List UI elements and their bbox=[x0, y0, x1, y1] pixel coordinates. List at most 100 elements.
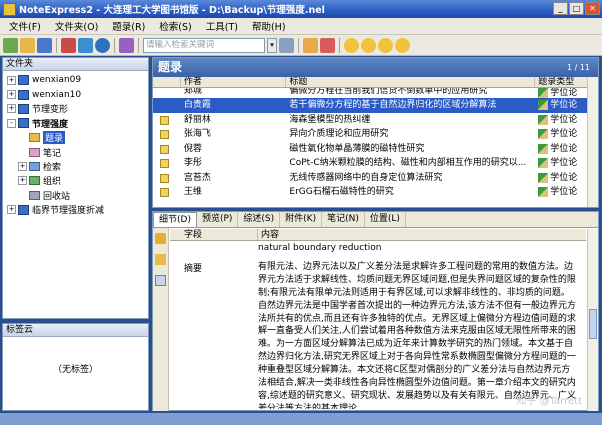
expand-icon[interactable]: + bbox=[7, 104, 16, 114]
edit-icon bbox=[538, 143, 549, 154]
tab-summary[interactable]: 综述(S) bbox=[238, 212, 281, 227]
menu-record[interactable]: 题录(R) bbox=[105, 19, 152, 33]
expand-icon[interactable]: + bbox=[7, 90, 16, 100]
menu-tools[interactable]: 工具(T) bbox=[199, 19, 245, 33]
import-icon[interactable] bbox=[78, 37, 93, 53]
expand-icon[interactable]: + bbox=[18, 176, 27, 186]
tab-details[interactable]: 细节(D) bbox=[153, 212, 197, 227]
tree-item-critical-joint-strength[interactable]: + 临界节理强度折减 bbox=[3, 203, 148, 217]
toolbar: 请输入检索关键词 ▾ bbox=[0, 35, 602, 56]
detail-row: 摘要 有限元法、边界元法以及广义差分法是求解许多工程问题的常用的数值方法。边界元… bbox=[170, 261, 586, 409]
column-field: 字段 bbox=[170, 229, 258, 240]
search-folder-icon bbox=[29, 162, 40, 172]
search-options-icon[interactable] bbox=[279, 37, 294, 53]
tree-item-search[interactable]: + 检索 bbox=[3, 159, 148, 173]
menu-file[interactable]: 文件(F) bbox=[2, 19, 48, 33]
column-content: 内容 bbox=[261, 230, 280, 240]
book-icon bbox=[18, 103, 29, 114]
record-list-panel: 题录 1 / 11 作者 标题 题录类型 郑城 偏微分方程在当前我们信贷不倒数单… bbox=[152, 57, 599, 208]
abstract-value[interactable]: 有限元法、边界元法以及广义差分法是求解许多工程问题的常用的数值方法。边界元方法适… bbox=[258, 261, 576, 409]
save-icon[interactable] bbox=[37, 37, 52, 53]
edit-icon bbox=[538, 172, 549, 183]
online-search-icon[interactable] bbox=[95, 37, 110, 53]
minimize-button[interactable]: _ bbox=[553, 2, 568, 15]
tag-cloud-empty: （无标签） bbox=[52, 365, 98, 375]
tag-tool-icon[interactable] bbox=[320, 37, 335, 53]
title-bar: NoteExpress2 - 大连理工大学图书馆版 - D:\Backup\节理… bbox=[0, 0, 602, 18]
export-icon[interactable] bbox=[119, 37, 134, 53]
tab-location[interactable]: 位置(L) bbox=[365, 212, 406, 227]
search-dropdown[interactable]: ▾ bbox=[267, 37, 277, 53]
expand-icon[interactable]: + bbox=[7, 205, 16, 215]
help-icon[interactable] bbox=[395, 37, 410, 53]
menu-folder[interactable]: 文件夹(O) bbox=[48, 19, 105, 33]
edit-icon bbox=[538, 187, 549, 198]
tree-item-organize[interactable]: + 组织 bbox=[3, 174, 148, 188]
lock-icon[interactable] bbox=[155, 233, 166, 244]
table-row[interactable]: 倪蓉 磁性氧化物单晶薄膜的磁特性研究 学位论 bbox=[153, 142, 598, 157]
detail-tabs: 细节(D) 预览(P) 综述(S) 附件(K) 笔记(N) 位置(L) bbox=[153, 212, 598, 228]
menu-search[interactable]: 检索(S) bbox=[152, 19, 198, 33]
status-bar bbox=[0, 413, 602, 425]
tree-item-wenxian10[interactable]: + wenxian10 bbox=[3, 87, 148, 101]
detail-scrollbar[interactable] bbox=[587, 229, 598, 411]
maximize-button[interactable]: □ bbox=[569, 2, 584, 15]
tree-item-joint-deformation[interactable]: + 节理变形 bbox=[3, 102, 148, 116]
expand-icon[interactable]: + bbox=[7, 75, 16, 85]
search-input[interactable]: 请输入检索关键词 bbox=[143, 37, 265, 53]
unread-icon bbox=[160, 159, 169, 168]
close-button[interactable]: ✕ bbox=[585, 2, 600, 15]
table-row[interactable]: 李彤 CoPt-C纳米颗粒膜的结构、磁性和内部相互作用的研究以... 学位论 bbox=[153, 156, 598, 171]
tree-item-joint-strength[interactable]: - 节理强度 bbox=[3, 116, 148, 130]
table-row[interactable]: 王维 ErGG石榴石磁特性的研究 学位论 bbox=[153, 185, 598, 200]
tab-preview[interactable]: 预览(P) bbox=[197, 212, 239, 227]
table-row[interactable]: 白贵霞 若干偏微分方程的基于自然边界归化的区域分解算法 学位论 bbox=[153, 98, 598, 113]
unread-icon bbox=[160, 130, 169, 139]
record-grid-header: 作者 标题 题录类型 bbox=[153, 77, 598, 88]
detail-panel: 细节(D) 预览(P) 综述(S) 附件(K) 笔记(N) 位置(L) 字段 内… bbox=[152, 211, 599, 411]
open-database-icon[interactable] bbox=[20, 37, 35, 53]
table-row[interactable]: 舒丽林 海森堡模型的热纠缠 学位论 bbox=[153, 113, 598, 128]
menu-help[interactable]: 帮助(H) bbox=[245, 19, 293, 33]
organize-folder-icon bbox=[29, 176, 40, 186]
tree-item-notes[interactable]: 笔记 bbox=[3, 145, 148, 159]
folder-tree: + wenxian09 + wenxian10 + 节理变形 - 节理强度 题录… bbox=[3, 71, 148, 217]
pager: 1 / 11 bbox=[566, 63, 590, 72]
folder-panel-title: 文件夹 bbox=[3, 58, 148, 71]
keywords-value[interactable]: natural boundary reduction bbox=[258, 242, 576, 255]
table-row[interactable]: 郑城 偏微分方程在当前我们信贷不倒数单中的应用研究 学位论 bbox=[153, 88, 598, 98]
column-author[interactable]: 作者 bbox=[181, 77, 287, 87]
column-title[interactable]: 标题 bbox=[286, 77, 536, 87]
tab-attachments[interactable]: 附件(K) bbox=[280, 212, 323, 227]
word-plugin-icon[interactable] bbox=[344, 37, 359, 53]
detail-side-toolbar bbox=[153, 228, 169, 411]
edit-icon bbox=[538, 129, 549, 140]
book-icon bbox=[18, 204, 29, 215]
new-database-icon[interactable] bbox=[3, 37, 18, 53]
cite-icon[interactable] bbox=[361, 37, 376, 53]
detail-row: natural boundary reduction bbox=[170, 242, 586, 255]
recycle-bin-icon bbox=[29, 190, 40, 200]
app-icon bbox=[3, 2, 16, 16]
tag-cloud-panel: 标签云 （无标签） bbox=[2, 323, 149, 411]
scrollbar-thumb[interactable] bbox=[589, 309, 597, 339]
add-record-icon[interactable] bbox=[61, 37, 76, 53]
record-list-scrollbar[interactable] bbox=[587, 77, 598, 207]
column-mark[interactable] bbox=[153, 77, 181, 87]
format-icon[interactable] bbox=[378, 37, 393, 53]
watermark: 知乎 @Tarrett bbox=[516, 396, 582, 407]
tag-cloud-title: 标签云 bbox=[3, 324, 148, 337]
expand-icon[interactable]: + bbox=[18, 162, 27, 172]
open-folder-icon[interactable] bbox=[155, 254, 166, 265]
table-row[interactable]: 宫苔杰 无线传感器网络中的自身定位算法研究 学位论 bbox=[153, 171, 598, 186]
folder-tool-icon[interactable] bbox=[303, 37, 318, 53]
tree-item-wenxian09[interactable]: + wenxian09 bbox=[3, 73, 148, 87]
copy-icon[interactable] bbox=[155, 275, 166, 286]
tree-item-recycle-bin[interactable]: 回收站 bbox=[3, 188, 148, 202]
unread-icon bbox=[160, 115, 169, 125]
collapse-icon[interactable]: - bbox=[7, 118, 16, 128]
tab-notes[interactable]: 笔记(N) bbox=[322, 212, 365, 227]
tree-item-records[interactable]: 题录 bbox=[3, 131, 148, 145]
book-icon bbox=[18, 75, 29, 86]
table-row[interactable]: 张海飞 异向介质理论和应用研究 学位论 bbox=[153, 127, 598, 142]
